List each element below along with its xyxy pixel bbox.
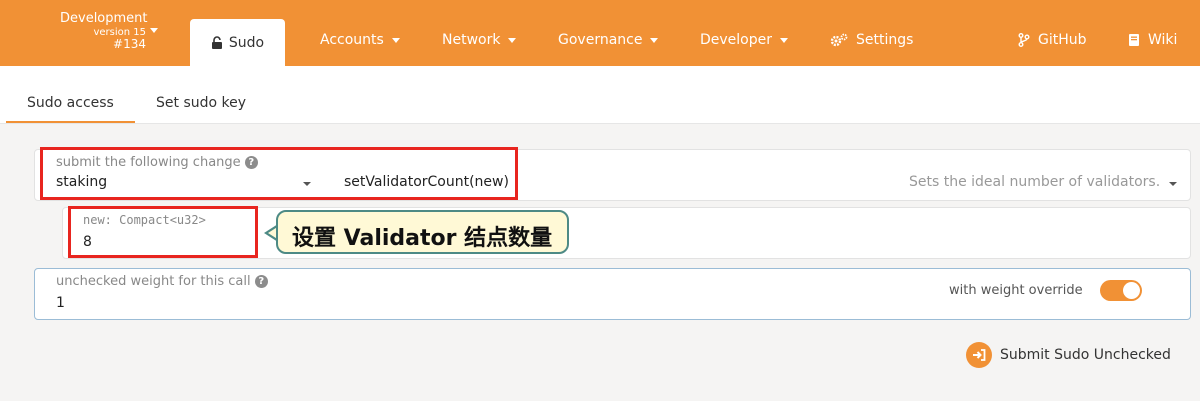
toggle-knob (1123, 282, 1140, 299)
annotation-text: 设置 Validator 结点数量 (292, 226, 553, 251)
nav-governance-label: Governance (558, 32, 643, 48)
tab-sudo-label: Sudo (228, 34, 265, 51)
weight-value-input[interactable]: 1 (56, 295, 65, 311)
chevron-down-icon[interactable] (1169, 182, 1177, 186)
top-nav-bar: Development version 15 #134 Sudo Account… (0, 0, 1200, 66)
block-number: #134 (113, 37, 146, 52)
method-description: Sets the ideal number of validators. (909, 174, 1161, 190)
book-icon (1128, 33, 1140, 47)
weight-label: unchecked weight for this call ? (56, 274, 268, 289)
chevron-down-icon (650, 37, 659, 43)
chain-name: Development (60, 11, 148, 26)
highlight-box-call (40, 147, 518, 200)
nav-settings-label: Settings (856, 32, 914, 48)
chevron-down-icon (780, 37, 789, 43)
nav-wiki[interactable]: Wiki (1128, 32, 1177, 48)
active-tab-indicator (6, 121, 135, 123)
chevron-down-icon (391, 37, 400, 43)
nav-accounts[interactable]: Accounts (320, 32, 400, 48)
highlight-box-param (68, 206, 258, 258)
tab-sudo-access[interactable]: Sudo access (27, 95, 114, 111)
nav-developer-label: Developer (700, 32, 773, 48)
nav-governance[interactable]: Governance (558, 32, 659, 48)
weight-override-label: with weight override (949, 283, 1083, 298)
submit-sudo-unchecked-button[interactable]: Submit Sudo Unchecked (966, 341, 1171, 369)
nav-github-label: GitHub (1038, 32, 1087, 48)
help-icon[interactable]: ? (254, 275, 268, 288)
weight-panel: unchecked weight for this call ? 1 with … (34, 268, 1191, 320)
weight-label-text: unchecked weight for this call (56, 274, 251, 289)
tab-sudo[interactable]: Sudo (190, 19, 285, 66)
sub-tabs: Sudo access Set sudo key (0, 66, 1200, 124)
chevron-down-icon (508, 37, 517, 43)
gears-icon (830, 33, 848, 47)
nav-developer[interactable]: Developer (700, 32, 789, 48)
nav-settings[interactable]: Settings (830, 32, 913, 48)
submit-label: Submit Sudo Unchecked (1000, 347, 1171, 363)
nav-network[interactable]: Network (442, 32, 517, 48)
nav-accounts-label: Accounts (320, 32, 384, 48)
unlock-icon (211, 36, 222, 49)
nav-github[interactable]: GitHub (1018, 32, 1087, 48)
code-branch-icon (1018, 33, 1030, 47)
chain-selector[interactable]: Development version 15 #134 (60, 11, 148, 52)
nav-wiki-label: Wiki (1148, 32, 1178, 48)
nav-network-label: Network (442, 32, 501, 48)
annotation-callout: 设置 Validator 结点数量 (276, 210, 569, 254)
chevron-down-icon[interactable] (150, 28, 158, 33)
weight-override-toggle[interactable] (1100, 280, 1142, 301)
sign-in-icon (966, 342, 992, 368)
tab-set-sudo-key[interactable]: Set sudo key (156, 95, 246, 111)
